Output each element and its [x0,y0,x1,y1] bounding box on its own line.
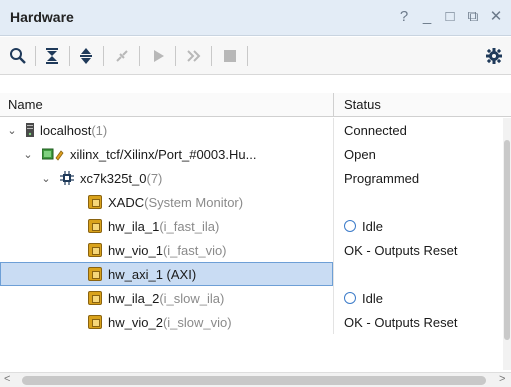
chevron-down-icon[interactable]: ⌄ [40,172,52,185]
scroll-right-icon[interactable]: > [499,373,505,385]
collapse-all-icon[interactable] [42,46,62,66]
tree-item-label: hw_vio_1 [108,242,163,258]
tree-row-device[interactable]: ⌄ xc7k325t_0 (7) Programmed [0,166,502,190]
status-cell: OK - Outputs Reset [344,314,458,330]
tree-item-count: (1) [91,122,108,138]
run-icon[interactable] [148,46,168,66]
tree-item-count: (7) [146,170,163,186]
window-controls: ? _ □ ⧉ ✕ [397,8,503,26]
status-cell: Connected [344,122,407,138]
stop-icon[interactable] [220,46,240,66]
tree-item-label: XADC [108,194,145,210]
tree-item-label: localhost [40,122,92,138]
idle-status-icon [344,292,356,304]
close-button[interactable]: ✕ [489,8,503,26]
gear-icon[interactable] [484,46,504,66]
chevron-down-icon[interactable]: ⌄ [22,148,34,161]
toolbar-separator [69,46,70,66]
toolbar-separator [175,46,176,66]
vertical-scrollbar[interactable] [503,118,511,370]
scroll-left-icon[interactable]: < [4,373,10,385]
status-cell: Idle [334,214,502,238]
status-cell: Programmed [344,170,420,186]
connect-icon[interactable] [112,46,132,66]
chevron-down-icon[interactable]: ⌄ [6,124,18,137]
tree-row-localhost[interactable]: ⌄ localhost (1) Connected [0,118,502,142]
server-icon [26,123,34,137]
tree-item-label: hw_axi_1 (AXI) [108,266,197,282]
toolbar-separator [211,46,212,66]
status-cell: OK - Outputs Reset [344,242,458,258]
toolbar-separator [247,46,248,66]
tree-row-xadc[interactable]: XADC (System Monitor) [0,190,502,214]
toolbar [0,37,511,75]
toolbar-separator [103,46,104,66]
table-header: Name Status [0,93,511,117]
tree-item-detail: (i_fast_vio) [162,242,227,258]
vertical-scroll-thumb[interactable] [504,140,510,340]
debug-core-icon [88,243,102,257]
fast-forward-icon[interactable] [184,46,204,66]
column-header-status[interactable]: Status [344,97,381,112]
status-cell [334,262,502,286]
status-text: Idle [362,218,383,234]
tree-item-label: hw_vio_2 [108,314,163,330]
status-text: Idle [362,290,383,306]
expand-all-icon[interactable] [76,46,96,66]
panel-titlebar: Hardware ? _ □ ⧉ ✕ [0,0,511,36]
toolbar-separator [139,46,140,66]
tree-row-hw-axi-1[interactable]: hw_axi_1 (AXI) [0,262,502,286]
panel-title: Hardware [10,9,74,25]
column-header-name[interactable]: Name [8,97,43,112]
debug-core-icon [88,195,102,209]
status-cell [334,190,502,214]
tree-item-label: hw_ila_1 [108,218,160,234]
chip-icon [60,171,74,185]
tree-row-hw-vio-1[interactable]: hw_vio_1 (i_fast_vio) OK - Outputs Reset [0,238,502,262]
tree-item-label: xilinx_tcf/Xilinx/Port_#0003.Hu... [70,146,257,162]
status-cell: Idle [334,286,502,310]
tree-item-detail: (i_fast_ila) [159,218,220,234]
debug-core-icon [88,267,102,281]
tree-item-label: xc7k325t_0 [80,170,147,186]
search-icon[interactable] [8,46,28,66]
toolbar-separator [35,46,36,66]
debug-core-icon [88,291,102,305]
tree-row-hw-vio-2[interactable]: hw_vio_2 (i_slow_vio) OK - Outputs Reset [0,310,502,334]
help-button[interactable]: ? [397,8,411,26]
horizontal-scroll-thumb[interactable] [22,376,486,385]
tree-row-hw-ila-2[interactable]: hw_ila_2 (i_slow_ila) Idle [0,286,502,310]
debug-core-icon [88,315,102,329]
tree-item-detail: (i_slow_ila) [159,290,225,306]
debug-core-icon [88,219,102,233]
tree-item-label: hw_ila_2 [108,290,160,306]
status-cell: Open [344,146,376,162]
tree-row-hw-target[interactable]: ⌄ xilinx_tcf/Xilinx/Port_#0003.Hu... Ope… [0,142,502,166]
horizontal-scrollbar[interactable]: < > [0,372,511,387]
tree-row-hw-ila-1[interactable]: hw_ila_1 (i_fast_ila) Idle [0,214,502,238]
float-button[interactable]: ⧉ [466,8,480,26]
tree-item-detail: (i_slow_vio) [162,314,232,330]
idle-status-icon [344,220,356,232]
minimize-button[interactable]: _ [420,8,434,26]
maximize-button[interactable]: □ [443,8,457,26]
column-divider[interactable] [333,93,334,117]
tree-item-detail: (System Monitor) [144,194,244,210]
hw-target-icon [42,147,64,161]
